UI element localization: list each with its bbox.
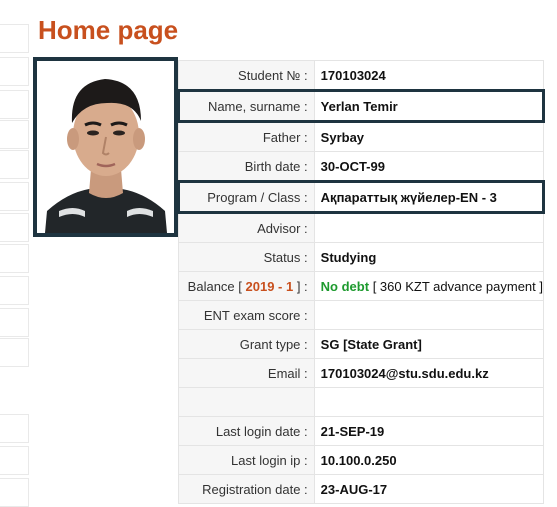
sidebar-slot[interactable] [0,213,29,242]
value-father: Syrbay [313,121,545,152]
sidebar-slot[interactable] [0,414,29,443]
sidebar-slot[interactable] [0,90,29,119]
sidebar-slot[interactable] [0,24,29,53]
label-grant-type: Grant type [239,336,301,352]
value-last-login-ip: 10.100.0.250 [313,445,545,475]
row-father: Father : Syrbay [178,121,545,152]
page-title: Home page [38,15,179,45]
row-ent-score: ENT exam score : [178,300,545,330]
label-last-login-ip: Last login ip [231,452,301,468]
sidebar-slot[interactable] [0,308,29,337]
label-student-number: Student № [238,67,301,83]
row-balance: Balance [ 2019 - 1 ] : No debt [ 360 KZT… [178,271,545,301]
student-photo [33,57,178,237]
value-ent-score [313,300,545,330]
row-advisor: Advisor : [178,212,545,243]
row-name-surname: Name, surname : Yerlan Temir [177,89,546,123]
value-advisor [313,212,545,243]
value-grant-type: SG [State Grant] [313,329,545,359]
left-sidebar-collapsed [0,0,30,507]
value-email: 170103024@stu.sdu.edu.kz [313,358,545,388]
label-father: Father [262,129,301,145]
sidebar-slot[interactable] [0,446,29,475]
balance-status: No debt [320,278,370,294]
value-student-number: 170103024 [313,60,545,91]
label-email: Email [267,365,301,381]
label-name-surname: Name, surname [207,98,301,114]
sidebar-slot[interactable] [0,478,29,507]
row-spacer [178,387,545,417]
row-email: Email : 170103024@stu.sdu.edu.kz [178,358,545,388]
value-last-login-date: 21-SEP-19 [313,416,545,446]
row-grant-type: Grant type : SG [State Grant] [178,329,545,359]
sidebar-slot[interactable] [0,244,29,273]
value-birth-date: 30-OCT-99 [313,151,545,182]
student-photo-image [37,61,174,233]
label-advisor: Advisor [257,220,301,236]
row-program-class: Program / Class : Ақпараттық жүйелер-EN … [177,180,546,214]
student-info-table: Student № : 170103024 Name, surname : Ye… [177,60,546,504]
sidebar-slot[interactable] [0,182,29,211]
sidebar-slot[interactable] [0,120,29,149]
sidebar-slot[interactable] [0,150,29,179]
sidebar-slot[interactable] [0,57,29,86]
label-birth-date: Birth date [244,158,301,174]
row-student-number: Student № : 170103024 [178,60,545,91]
sidebar-slot[interactable] [0,338,29,367]
label-last-login-date: Last login date [215,423,301,439]
value-name-surname: Yerlan Temir [313,89,546,123]
label-ent-score: ENT exam score [203,307,301,323]
label-status: Status [263,249,301,265]
value-program-class: Ақпараттық жүйелер-EN - 3 [313,180,546,214]
balance-detail: [ 360 KZT advance payment ] [372,278,543,294]
row-last-login-date: Last login date : 21-SEP-19 [178,416,545,446]
row-registration-date: Registration date : 23-AUG-17 [178,474,545,504]
row-last-login-ip: Last login ip : 10.100.0.250 [178,445,545,475]
label-balance: Balance [187,278,235,294]
value-status: Studying [313,242,545,272]
label-program-class: Program / Class [207,189,301,205]
value-registration-date: 23-AUG-17 [313,474,545,504]
sidebar-slot[interactable] [0,276,29,305]
row-status: Status : Studying [178,242,545,272]
row-birth-date: Birth date : 30-OCT-99 [178,151,545,182]
balance-period: 2019 - 1 [245,278,294,294]
label-registration-date: Registration date [202,481,301,497]
